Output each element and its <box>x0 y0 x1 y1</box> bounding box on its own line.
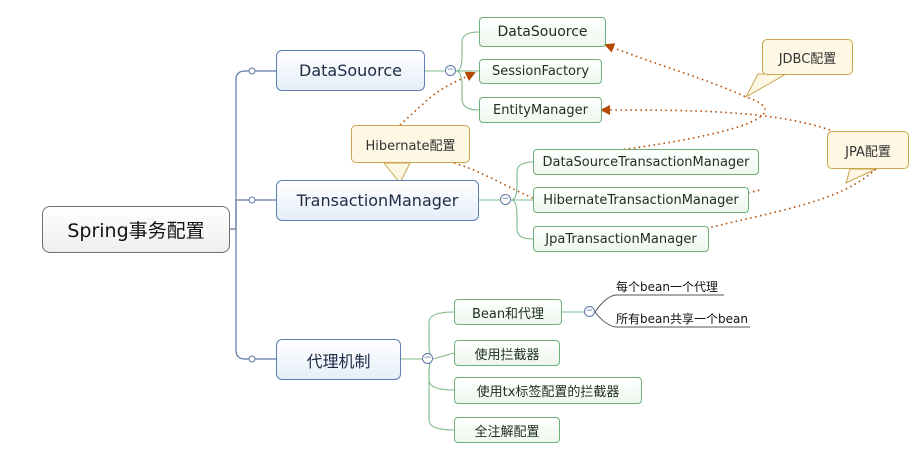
leaf-datasource-tm[interactable]: DataSourceTransactionManager <box>533 149 759 175</box>
branch-datasource[interactable]: DataSouorce <box>276 50 425 91</box>
leaf-tx-interceptor[interactable]: 使用tx标签配置的拦截器 <box>454 377 642 404</box>
leaf-bean-proxy-label: Bean和代理 <box>471 306 545 322</box>
collapse-bean-proxy-toggle[interactable]: − <box>584 306 595 317</box>
root-connectors <box>230 70 276 360</box>
relation-jdbc-datasource <box>603 43 766 153</box>
callout-hibernate-label: Hibernate配置 <box>365 138 456 154</box>
leaf-jpa-tm-label: JpaTransactionManager <box>545 231 697 247</box>
subleaf-shared-bean[interactable]: 所有bean共享一个bean <box>616 310 750 327</box>
leaf-jpa-tm[interactable]: JpaTransactionManager <box>533 226 709 252</box>
collapse-proxy-toggle[interactable]: − <box>422 353 433 364</box>
leaf-entity-manager-label: EntityManager <box>493 102 588 118</box>
leaf-bean-proxy[interactable]: Bean和代理 <box>454 299 562 325</box>
connector-root-proxy <box>235 229 276 360</box>
branch-proxy-label: 代理机制 <box>306 351 371 371</box>
node-dot-tm <box>248 196 256 204</box>
branch-tm-label: TransactionManager <box>296 191 459 210</box>
leaf-entity-manager[interactable]: EntityManager <box>479 97 602 123</box>
node-dot-datasource <box>248 67 256 75</box>
leaf-interceptor[interactable]: 使用拦截器 <box>454 340 560 366</box>
branch-datasource-label: DataSouorce <box>299 61 402 80</box>
collapse-datasource-toggle[interactable]: − <box>445 65 456 76</box>
leaf-annotation-label: 全注解配置 <box>474 424 540 440</box>
callout-jpa-label: JPA配置 <box>845 144 891 160</box>
leaf-hibernate-tm[interactable]: HibernateTransactionManager <box>533 187 749 213</box>
node-dot-proxy <box>248 355 256 363</box>
callout-jdbc-label: JDBC配置 <box>778 51 837 67</box>
leaf-datasource[interactable]: DataSouorce <box>479 17 606 47</box>
subleaf-shared-bean-label: 所有bean共享一个bean <box>616 312 748 326</box>
leaf-hibernate-tm-label: HibernateTransactionManager <box>543 192 739 208</box>
connector-root-datasource <box>230 70 276 230</box>
connector-root-tm <box>235 199 276 229</box>
callout-hibernate[interactable]: Hibernate配置 <box>351 125 470 163</box>
leaf-datasource-label: DataSouorce <box>497 24 588 40</box>
leaf-datasource-tm-label: DataSourceTransactionManager <box>542 154 750 170</box>
collapse-tm-toggle[interactable]: − <box>500 194 511 205</box>
branch-proxy[interactable]: 代理机制 <box>276 339 401 380</box>
root-label: Spring事务配置 <box>67 220 205 242</box>
callout-jpa[interactable]: JPA配置 <box>827 131 909 169</box>
subleaf-bean-per-proxy-label: 每个bean一个代理 <box>616 280 718 294</box>
subleaf-bean-per-proxy[interactable]: 每个bean一个代理 <box>616 278 724 295</box>
branch-transaction-manager[interactable]: TransactionManager <box>276 180 479 221</box>
leaf-annotation[interactable]: 全注解配置 <box>454 417 560 443</box>
relation-jpa-entitymanager <box>600 105 831 131</box>
leaf-session-factory-label: SessionFactory <box>491 64 590 79</box>
leaf-interceptor-label: 使用拦截器 <box>474 347 540 363</box>
root-node[interactable]: Spring事务配置 <box>42 206 230 253</box>
leaf-tx-interceptor-label: 使用tx标签配置的拦截器 <box>476 385 620 400</box>
callout-jdbc[interactable]: JDBC配置 <box>762 39 853 75</box>
leaf-session-factory[interactable]: SessionFactory <box>479 59 602 84</box>
